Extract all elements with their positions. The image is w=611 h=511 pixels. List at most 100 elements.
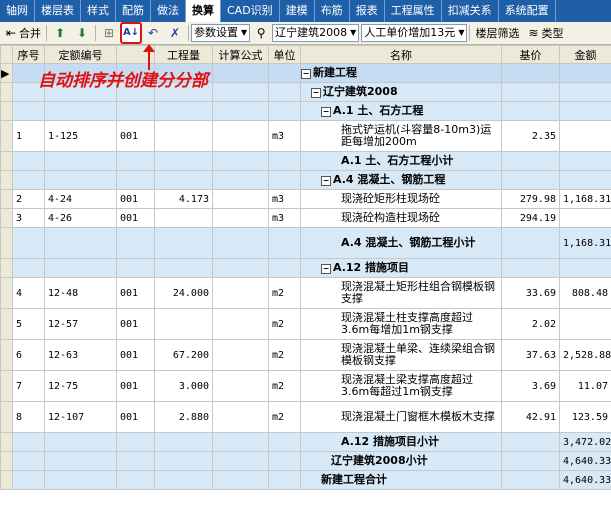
cell-formula[interactable] [212, 208, 269, 228]
tab-12[interactable]: 系统配置 [499, 0, 556, 22]
cell-qty[interactable] [154, 208, 213, 228]
collapse-icon[interactable]: − [321, 107, 331, 117]
collapse-icon[interactable]: − [321, 264, 331, 274]
column-header[interactable]: 单位 [268, 45, 301, 64]
type-button[interactable]: ≋ 类型 [522, 23, 566, 43]
tree-button[interactable]: ⊞ [98, 23, 120, 43]
column-header[interactable]: 名称 [300, 45, 502, 64]
cell-formula[interactable] [212, 308, 269, 340]
cell-empty [12, 470, 45, 490]
tab-11[interactable]: 扣减关系 [442, 0, 499, 22]
table-row[interactable]: 3 4-26 001 m3 现浇砼构造柱现场砼 294.19 [0, 208, 611, 228]
param-settings-combo[interactable]: 参数设置 ▼ [191, 24, 251, 42]
cell-formula[interactable] [212, 370, 269, 402]
move-up-button[interactable]: ⬆ [49, 23, 71, 43]
cell-empty [116, 451, 155, 471]
table-row[interactable]: A.1 土、石方工程小计 [0, 151, 611, 171]
column-header[interactable]: 序号 [12, 45, 45, 64]
cell-qty[interactable]: 2.880 [154, 401, 213, 433]
tab-10[interactable]: 工程属性 [385, 0, 442, 22]
move-down-button[interactable]: ⬇ [71, 23, 93, 43]
cell-empty [154, 451, 213, 471]
cell-code[interactable]: 12-107 [44, 401, 117, 433]
tab-9[interactable]: 报表 [350, 0, 385, 22]
table-row[interactable]: − A.12 措施项目 [0, 258, 611, 278]
search-button[interactable]: ⚲ [250, 23, 272, 43]
tab-4[interactable]: 做法 [151, 0, 186, 22]
table-row[interactable]: 5 12-57 001 m2 现浇混凝土柱支撑高度超过3.6m每增加1m钢支撑 2.02 [0, 308, 611, 340]
cell-empty [44, 470, 117, 490]
cell-formula[interactable] [212, 120, 269, 152]
table-row[interactable]: 辽宁建筑2008小计 4,640.33 [0, 451, 611, 471]
column-header[interactable]: 计算公式 [212, 45, 269, 64]
cell-code[interactable]: 1-125 [44, 120, 117, 152]
cell-qty[interactable] [154, 120, 213, 152]
tab-6[interactable]: CAD识别 [221, 0, 280, 22]
column-header[interactable]: 金额 [559, 45, 611, 64]
cell-amount: 4,640.33 [559, 451, 611, 471]
floor-filter-button[interactable]: 楼层筛选 [472, 23, 522, 43]
cell-code[interactable]: 4-26 [44, 208, 117, 228]
cell-name: 现浇砼构造柱现场砼 [300, 208, 502, 228]
column-header[interactable]: 工程量 [154, 45, 213, 64]
tab-8[interactable]: 布筋 [315, 0, 350, 22]
table-row[interactable]: − A.4 混凝土、钢筋工程 [0, 170, 611, 190]
cell-qty[interactable]: 24.000 [154, 277, 213, 309]
cell-name: − A.4 混凝土、钢筋工程 [300, 170, 502, 190]
tab-1[interactable]: 楼层表 [35, 0, 81, 22]
chevron-down-icon: ▼ [458, 28, 465, 37]
tab-5[interactable]: 换算 [186, 0, 221, 22]
cell-formula[interactable] [212, 189, 269, 209]
table-row[interactable]: 6 12-63 001 67.200 m2 现浇混凝土单梁、连续梁组合钢模板钢支撑 37.6… [0, 339, 611, 371]
cell-code[interactable]: 12-75 [44, 370, 117, 402]
table-row[interactable]: 4 12-48 001 24.000 m2 现浇混凝土矩形柱组合钢模板钢支撑 33.69 80… [0, 277, 611, 309]
labor-price-combo[interactable]: 人工单价增加13元 ▼ [361, 24, 468, 42]
cell-qty[interactable] [154, 308, 213, 340]
table-row[interactable]: − A.1 土、石方工程 [0, 101, 611, 121]
cell-formula[interactable] [212, 277, 269, 309]
table-row[interactable]: A.12 措施项目小计 3,472.02 [0, 432, 611, 452]
tab-7[interactable]: 建模 [280, 0, 315, 22]
move-up-icon: ⬆ [54, 26, 66, 40]
cell-code[interactable]: 12-57 [44, 308, 117, 340]
cell-qty[interactable]: 67.200 [154, 339, 213, 371]
cell-code[interactable]: 12-48 [44, 277, 117, 309]
merge-button[interactable]: ⇤ 合并 [0, 23, 44, 43]
collapse-icon[interactable]: − [311, 88, 321, 98]
column-header[interactable]: 基价 [501, 45, 560, 64]
tab-3[interactable]: 配筋 [116, 0, 151, 22]
cell-qty[interactable]: 3.000 [154, 370, 213, 402]
collapse-icon[interactable]: − [321, 176, 331, 186]
cell-price: 279.98 [501, 189, 560, 209]
cell-empty [212, 82, 269, 102]
table-row[interactable]: 7 12-75 001 3.000 m2 现浇混凝土梁支撑高度超过3.6m每超过1m钢支撑… [0, 370, 611, 402]
tab-0[interactable]: 轴网 [0, 0, 35, 22]
cell-price: 42.91 [501, 401, 560, 433]
cell-amount [559, 258, 611, 278]
floor-filter-label: 楼层筛选 [475, 27, 520, 40]
undo-button[interactable]: ↶ [142, 23, 164, 43]
table-row[interactable]: 1 1-125 001 m3 拖式铲运机(斗容量8-10m3)运距每增加200m 2.35 [0, 120, 611, 152]
cell-code[interactable]: 4-24 [44, 189, 117, 209]
cell-price [501, 470, 560, 490]
cell-amount [559, 151, 611, 171]
collapse-icon[interactable]: − [301, 69, 311, 79]
cell-no: 5 [12, 308, 45, 340]
delete-button[interactable]: ✗ [164, 23, 186, 43]
cell-sub: 001 [116, 401, 155, 433]
quota-library-combo[interactable]: 辽宁建筑2008 ▼ [272, 24, 360, 42]
table-row[interactable]: 新建工程合计 4,640.33 [0, 470, 611, 490]
table-row[interactable]: 8 12-107 001 2.880 m2 现浇混凝土门窗框木模板木支撑 42.91 123.… [0, 401, 611, 433]
cell-empty [12, 432, 45, 452]
table-row[interactable]: 2 4-24 001 4.173 m3 现浇砼矩形柱现场砼 279.98 1,168.31 [0, 189, 611, 209]
tab-2[interactable]: 样式 [81, 0, 116, 22]
cell-formula[interactable] [212, 401, 269, 433]
column-header[interactable]: 定额编号 [44, 45, 117, 64]
cell-code[interactable]: 12-63 [44, 339, 117, 371]
table-row[interactable]: A.4 混凝土、钢筋工程小计 1,168.31 [0, 227, 611, 259]
cell-formula[interactable] [212, 339, 269, 371]
cell-empty [12, 258, 45, 278]
sort-button[interactable]: A↓ [120, 22, 142, 44]
cell-empty [154, 151, 213, 171]
cell-qty[interactable]: 4.173 [154, 189, 213, 209]
